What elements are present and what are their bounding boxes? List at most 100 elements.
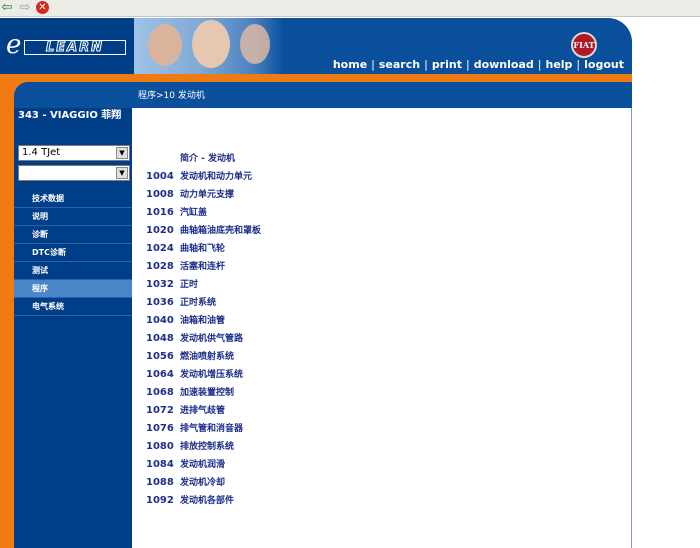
list-item[interactable]: 1076 排气管和消音器 bbox=[140, 420, 620, 438]
sidebar-item-description[interactable]: 说明 bbox=[14, 208, 132, 226]
section-link[interactable]: 燃油喷射系统 bbox=[180, 348, 234, 366]
list-item[interactable]: 1004 发动机和动力单元 bbox=[140, 168, 620, 186]
section-code: 1048 bbox=[146, 333, 174, 344]
section-code: 1024 bbox=[146, 243, 174, 254]
section-link[interactable]: 活塞和连杆 bbox=[180, 258, 225, 276]
section-link[interactable]: 油箱和油管 bbox=[180, 312, 225, 330]
list-item[interactable]: 1080 排放控制系统 bbox=[140, 438, 620, 456]
section-code: 1016 bbox=[146, 207, 174, 218]
nav-home[interactable]: home bbox=[333, 58, 367, 71]
section-link[interactable]: 进排气歧管 bbox=[180, 402, 225, 420]
section-link[interactable]: 正时 bbox=[180, 276, 198, 294]
sidebar-item-diagnosis[interactable]: 诊断 bbox=[14, 226, 132, 244]
sidebar-item-tests[interactable]: 测试 bbox=[14, 262, 132, 280]
engine-select[interactable]: 1.4 TJet ▼ bbox=[18, 145, 130, 161]
sidebar-item-electrical[interactable]: 电气系统 bbox=[14, 298, 132, 316]
header-photo bbox=[134, 18, 284, 74]
list-item[interactable]: 1016 汽缸盖 bbox=[140, 204, 620, 222]
list-item[interactable]: 1028 活塞和连杆 bbox=[140, 258, 620, 276]
list-item[interactable]: 1092 发动机各部件 bbox=[140, 492, 620, 510]
section-link[interactable]: 发动机冷却 bbox=[180, 474, 225, 492]
orange-divider bbox=[0, 74, 632, 82]
header-banner: FIAT home | search | print | download | help | log… bbox=[134, 18, 632, 74]
list-item[interactable]: 1036 正时系统 bbox=[140, 294, 620, 312]
nav-download[interactable]: download bbox=[474, 58, 534, 71]
section-link[interactable]: 汽缸盖 bbox=[180, 204, 207, 222]
list-item[interactable]: 1056 燃油喷射系统 bbox=[140, 348, 620, 366]
section-link[interactable]: 发动机各部件 bbox=[180, 492, 234, 510]
nav-separator: | bbox=[371, 58, 375, 71]
sidebar-item-procedures[interactable]: 程序 bbox=[14, 280, 132, 298]
nav-separator: | bbox=[424, 58, 428, 71]
list-item[interactable]: 1084 发动机润滑 bbox=[140, 456, 620, 474]
nav-help[interactable]: help bbox=[545, 58, 572, 71]
sidebar-item-dtc-diagnosis[interactable]: DTC诊断 bbox=[14, 244, 132, 262]
list-item[interactable]: 简介 - 发动机 bbox=[140, 150, 620, 168]
section-code: 1056 bbox=[146, 351, 174, 362]
nav-separator: | bbox=[576, 58, 581, 71]
nav-logout[interactable]: logout bbox=[584, 58, 624, 71]
section-code: 1008 bbox=[146, 189, 174, 200]
section-link[interactable]: 发动机润滑 bbox=[180, 456, 225, 474]
arrow-right-icon[interactable]: ⇨ bbox=[18, 0, 32, 15]
logo-wordmark: LEARN bbox=[24, 40, 126, 55]
section-link[interactable]: 发动机增压系统 bbox=[180, 366, 243, 384]
list-item[interactable]: 1068 加速装置控制 bbox=[140, 384, 620, 402]
section-code: 1084 bbox=[146, 459, 174, 470]
procedure-list: 简介 - 发动机 1004 发动机和动力单元 1008 动力单元支撑 1016 汽缸盖… bbox=[140, 150, 620, 510]
section-link[interactable]: 正时系统 bbox=[180, 294, 216, 312]
model-title: 343 - VIAGGIO 菲翔 bbox=[18, 110, 122, 121]
sidebar-item-tech-data[interactable]: 技术数据 bbox=[14, 190, 132, 208]
section-link[interactable]: 排气管和消音器 bbox=[180, 420, 243, 438]
section-code: 1092 bbox=[146, 495, 174, 506]
section-link[interactable]: 发动机和动力单元 bbox=[180, 168, 252, 186]
content-border bbox=[631, 108, 632, 548]
section-link[interactable]: 发动机供气管路 bbox=[180, 330, 243, 348]
section-code: 1064 bbox=[146, 369, 174, 380]
crumb-left-corner bbox=[14, 82, 134, 108]
section-code: 1040 bbox=[146, 315, 174, 326]
section-code: 1020 bbox=[146, 225, 174, 236]
list-item[interactable]: 1064 发动机增压系统 bbox=[140, 366, 620, 384]
section-code: 1036 bbox=[146, 297, 174, 308]
list-item[interactable]: 1088 发动机冷却 bbox=[140, 474, 620, 492]
section-code: 1028 bbox=[146, 261, 174, 272]
chevron-down-icon[interactable]: ▼ bbox=[116, 167, 128, 179]
photo-person bbox=[148, 24, 182, 66]
top-nav: home | search | print | download | help | logout bbox=[333, 58, 624, 72]
nav-separator: | bbox=[537, 58, 542, 71]
section-code: 1088 bbox=[146, 477, 174, 488]
photo-person bbox=[192, 20, 230, 68]
arrow-left-icon[interactable]: ⇦ bbox=[0, 0, 14, 15]
section-link[interactable]: 简介 - 发动机 bbox=[180, 150, 235, 168]
list-item[interactable]: 1024 曲轴和飞轮 bbox=[140, 240, 620, 258]
list-item[interactable]: 1040 油箱和油管 bbox=[140, 312, 620, 330]
chevron-down-icon[interactable]: ▼ bbox=[116, 147, 128, 159]
nav-print[interactable]: print bbox=[432, 58, 462, 71]
section-link[interactable]: 曲轴箱油底壳和罩板 bbox=[180, 222, 261, 240]
nav-search[interactable]: search bbox=[379, 58, 420, 71]
secondary-select[interactable]: ▼ bbox=[18, 165, 130, 181]
list-item[interactable]: 1008 动力单元支撑 bbox=[140, 186, 620, 204]
section-code: 1080 bbox=[146, 441, 174, 452]
section-code: 1004 bbox=[146, 171, 174, 182]
section-link[interactable]: 排放控制系统 bbox=[180, 438, 234, 456]
section-link[interactable]: 加速装置控制 bbox=[180, 384, 234, 402]
engine-select-value: 1.4 TJet bbox=[22, 147, 61, 158]
stop-icon[interactable]: ✕ bbox=[36, 1, 49, 14]
section-code: 1068 bbox=[146, 387, 174, 398]
section-link[interactable]: 曲轴和飞轮 bbox=[180, 240, 225, 258]
browser-toolbar: ⇦ ⇨ ✕ bbox=[0, 0, 700, 17]
breadcrumb-bar: 程序>10 发动机 bbox=[134, 82, 632, 108]
sidebar-menu: 技术数据 说明 诊断 DTC诊断 测试 程序 电气系统 bbox=[14, 190, 132, 316]
header-logo-area: e LEARN bbox=[0, 18, 134, 74]
section-link[interactable]: 动力单元支撑 bbox=[180, 186, 234, 204]
list-item[interactable]: 1020 曲轴箱油底壳和罩板 bbox=[140, 222, 620, 240]
sidebar: 343 - VIAGGIO 菲翔 1.4 TJet ▼ ▼ 技术数据 说明 诊断… bbox=[14, 108, 132, 548]
list-item[interactable]: 1048 发动机供气管路 bbox=[140, 330, 620, 348]
list-item[interactable]: 1072 进排气歧管 bbox=[140, 402, 620, 420]
nav-separator: | bbox=[465, 58, 470, 71]
list-item[interactable]: 1032 正时 bbox=[140, 276, 620, 294]
logo-letter-e: e bbox=[6, 30, 22, 60]
elearn-logo: e LEARN bbox=[6, 32, 128, 58]
